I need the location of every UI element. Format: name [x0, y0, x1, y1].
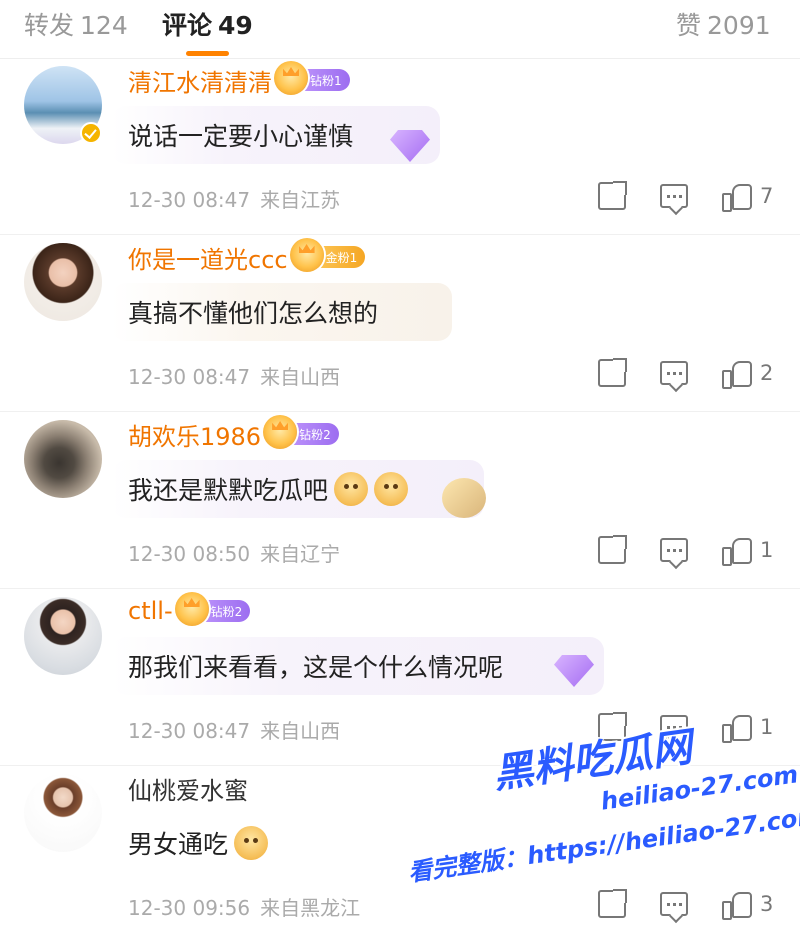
like-icon[interactable] [722, 713, 752, 743]
comment-actions: 7 [598, 178, 773, 214]
comment-icon[interactable] [660, 184, 688, 208]
comment-text: 男女通吃 [128, 830, 229, 859]
fan-badge: 钻粉1 [274, 61, 350, 95]
comment-item: 清江水清清清 钻粉1 说话一定要小心谨慎 12-30 08:47 来自江苏 7 [0, 58, 800, 235]
avatar[interactable] [24, 774, 102, 852]
tab-comments-label: 评论 [162, 11, 213, 40]
username[interactable]: 胡欢乐1986 [128, 417, 261, 452]
tab-comments-count: 49 [218, 11, 253, 40]
comment-bubble: 男女通吃 [112, 814, 294, 872]
sticker-icon [442, 478, 486, 518]
username[interactable]: 你是一道光ccc [128, 240, 288, 275]
avatar[interactable] [24, 597, 102, 675]
username[interactable]: ctll- [128, 597, 173, 625]
avatar[interactable] [24, 243, 102, 321]
comment-text: 我还是默默吃瓜吧 [128, 476, 329, 505]
comment-location: 来自山西 [260, 719, 341, 743]
fan-badge-label: 金粉1 [325, 250, 358, 265]
like-count: 1 [760, 715, 774, 739]
comment-actions: 2 [598, 355, 773, 391]
comment-icon[interactable] [660, 892, 688, 916]
comment-bubble: 说话一定要小心谨慎 [112, 106, 440, 164]
like-icon[interactable] [722, 536, 752, 566]
fan-badge: 钻粉2 [174, 592, 251, 626]
share-icon[interactable] [598, 181, 627, 210]
like-icon[interactable] [722, 182, 752, 212]
comment-actions: 1 [598, 709, 773, 745]
active-tab-indicator [186, 51, 229, 56]
tab-comments[interactable]: 评论 49 [162, 6, 253, 56]
comment-meta: 12-30 08:47 来自山西 [128, 361, 340, 390]
comment-text: 那我们来看看，这是个什么情况呢 [128, 653, 504, 682]
crown-icon [289, 238, 324, 272]
fan-badge-label: 钻粉1 [310, 73, 342, 88]
fan-badge-label: 钻粉2 [210, 604, 243, 619]
like-count: 7 [760, 184, 774, 208]
share-icon[interactable] [598, 889, 627, 918]
comment-item: 胡欢乐1986 钻粉2 我还是默默吃瓜吧 12-30 08:50 来自辽宁 1 [0, 412, 800, 589]
fan-badge: 金粉1 [289, 238, 366, 272]
comment-text: 真搞不懂他们怎么想的 [128, 299, 379, 328]
comment-location: 来自江苏 [260, 188, 341, 212]
tab-likes-count: 2091 [707, 11, 771, 40]
avatar[interactable] [24, 420, 102, 498]
comment-bubble: 真搞不懂他们怎么想的 [112, 283, 452, 341]
comment-time: 12-30 09:56 [128, 896, 251, 920]
doge-emoji-icon [374, 472, 409, 506]
fan-badge: 钻粉2 [263, 415, 339, 449]
doge-emoji-icon [334, 472, 369, 506]
comment-actions: 3 [598, 886, 773, 922]
comment-meta: 12-30 08:50 来自辽宁 [128, 538, 340, 567]
share-icon[interactable] [598, 358, 627, 387]
comment-location: 来自山西 [260, 365, 341, 389]
comment-time: 12-30 08:47 [128, 365, 251, 389]
comment-icon[interactable] [660, 538, 688, 562]
comment-item: ctll- 钻粉2 那我们来看看，这是个什么情况呢 12-30 08:47 来自山… [0, 589, 800, 766]
comment-time: 12-30 08:47 [128, 719, 251, 743]
comment-meta: 12-30 09:56 来自黑龙江 [128, 892, 360, 921]
like-count: 3 [760, 892, 774, 916]
like-icon[interactable] [722, 359, 752, 389]
crown-icon [174, 592, 209, 626]
like-count: 1 [760, 538, 774, 562]
comment-actions: 1 [598, 532, 773, 568]
fan-badge-label: 钻粉2 [299, 427, 331, 442]
comment-location: 来自辽宁 [260, 542, 341, 566]
comment-icon[interactable] [660, 715, 688, 739]
tab-reposts-count: 124 [80, 11, 128, 40]
crown-icon [263, 415, 298, 449]
share-icon[interactable] [598, 535, 627, 564]
username[interactable]: 仙桃爱水蜜 [128, 771, 248, 806]
comment-time: 12-30 08:50 [128, 542, 251, 566]
tab-bar: 转发 124 评论 49 赞 2091 [0, 0, 800, 59]
tab-reposts[interactable]: 转发 124 [24, 6, 128, 42]
comment-meta: 12-30 08:47 来自江苏 [128, 184, 340, 213]
comment-text: 说话一定要小心谨慎 [128, 122, 354, 151]
tab-likes-label: 赞 [676, 11, 702, 40]
comment-location: 来自黑龙江 [260, 896, 361, 920]
tab-likes[interactable]: 赞 2091 [676, 6, 771, 42]
comment-meta: 12-30 08:47 来自山西 [128, 715, 340, 744]
comment-item: 仙桃爱水蜜 男女通吃 12-30 09:56 来自黑龙江 3 [0, 766, 800, 942]
comment-time: 12-30 08:47 [128, 188, 251, 212]
comment-bubble: 那我们来看看，这是个什么情况呢 [112, 637, 604, 695]
comment-bubble: 我还是默默吃瓜吧 [112, 460, 484, 518]
like-icon[interactable] [722, 890, 752, 920]
comment-icon[interactable] [660, 361, 688, 385]
yum-emoji-icon [234, 826, 269, 860]
share-icon[interactable] [598, 712, 627, 741]
comment-item: 你是一道光ccc 金粉1 真搞不懂他们怎么想的 12-30 08:47 来自山西 … [0, 235, 800, 412]
verified-icon [80, 122, 102, 144]
crown-icon [274, 61, 308, 95]
like-count: 2 [760, 361, 774, 385]
tab-reposts-label: 转发 [24, 11, 75, 40]
username[interactable]: 清江水清清清 [128, 63, 272, 98]
